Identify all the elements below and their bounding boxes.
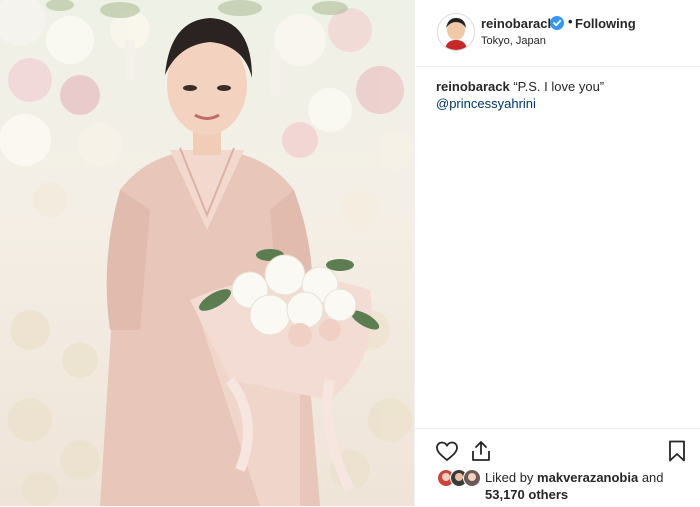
- bride-photo-illustration: [0, 0, 414, 506]
- username[interactable]: reinobarack: [481, 16, 555, 31]
- liker-avatars[interactable]: [437, 469, 483, 487]
- caption-mention[interactable]: @princessyahrini: [436, 95, 686, 112]
- likes-text: Liked by makverazanobia and: [485, 469, 695, 486]
- caption-username[interactable]: reinobarack: [436, 79, 510, 94]
- likes-joiner: and: [638, 470, 664, 485]
- caption: reinobarack “P.S. I love you” @princessy…: [436, 78, 686, 112]
- bookmark-icon[interactable]: [665, 439, 689, 463]
- likes-prefix: Liked by: [485, 470, 538, 485]
- post-header: reinobarack • Following Tokyo, Japan: [415, 0, 700, 67]
- post-actions: Liked by makverazanobia and 53,170 other…: [415, 428, 700, 507]
- post-photo[interactable]: [0, 0, 414, 506]
- verified-badge-icon: [550, 16, 564, 30]
- caption-text: “P.S. I love you”: [513, 79, 605, 94]
- separator-dot: •: [568, 14, 573, 29]
- share-icon[interactable]: [469, 439, 493, 463]
- location-link[interactable]: Tokyo, Japan: [481, 35, 546, 47]
- liker-username[interactable]: makverazanobia: [537, 470, 638, 485]
- following-button[interactable]: Following: [575, 16, 636, 31]
- avatar[interactable]: [437, 13, 475, 51]
- likes-count[interactable]: 53,170 others: [485, 486, 568, 503]
- heart-icon[interactable]: [435, 439, 459, 463]
